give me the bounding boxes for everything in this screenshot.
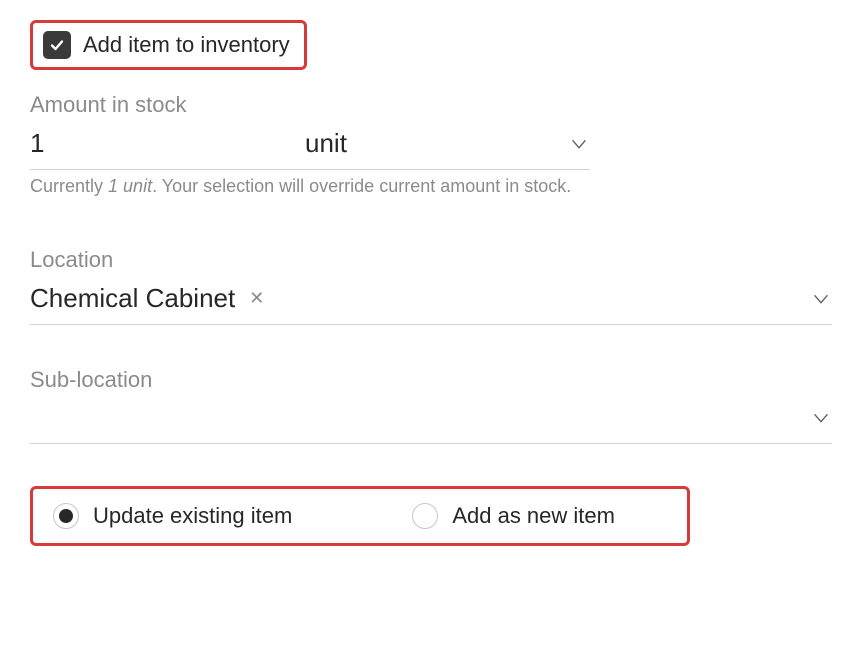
chevron-down-icon: [810, 288, 832, 310]
amount-helper-suffix: . Your selection will override current a…: [152, 176, 571, 196]
add-to-inventory-highlight: Add item to inventory: [30, 20, 307, 70]
location-field: Location Chemical Cabinet ✕: [30, 247, 832, 325]
location-value-wrap: Chemical Cabinet ✕: [30, 283, 268, 314]
amount-field: Amount in stock 1 unit Currently 1 unit.…: [30, 92, 832, 197]
radio-circle-checked: [53, 503, 79, 529]
amount-helper-text: Currently 1 unit. Your selection will ov…: [30, 176, 832, 197]
radio-update-existing[interactable]: Update existing item: [53, 503, 292, 529]
amount-label: Amount in stock: [30, 92, 832, 118]
location-select[interactable]: Chemical Cabinet ✕: [30, 283, 832, 325]
radio-add-label: Add as new item: [452, 503, 615, 529]
check-icon: [49, 37, 65, 53]
chevron-down-icon: [810, 407, 832, 429]
radio-add-new[interactable]: Add as new item: [412, 503, 615, 529]
chevron-down-icon: [568, 133, 590, 155]
sublocation-label: Sub-location: [30, 367, 832, 393]
radio-circle-unchecked: [412, 503, 438, 529]
location-label: Location: [30, 247, 832, 273]
unit-select[interactable]: unit: [305, 128, 590, 159]
amount-helper-prefix: Currently: [30, 176, 108, 196]
sublocation-field: Sub-location: [30, 367, 832, 444]
add-to-inventory-checkbox[interactable]: [43, 31, 71, 59]
amount-input[interactable]: 1: [30, 128, 305, 159]
add-to-inventory-label: Add item to inventory: [83, 32, 290, 58]
location-value: Chemical Cabinet: [30, 283, 235, 314]
item-mode-highlight: Update existing item Add as new item: [30, 486, 690, 546]
amount-row: 1 unit: [30, 128, 590, 170]
radio-update-label: Update existing item: [93, 503, 292, 529]
amount-helper-italic: 1 unit: [108, 176, 152, 196]
unit-value: unit: [305, 128, 347, 159]
clear-location-icon[interactable]: ✕: [245, 286, 268, 311]
sublocation-select[interactable]: [30, 403, 832, 444]
